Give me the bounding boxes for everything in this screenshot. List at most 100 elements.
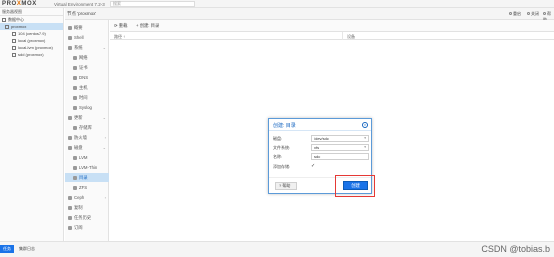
proxmox-logo: PROXMOX xyxy=(2,1,37,7)
node-header: 节点 'proxmox' 重启 关闭 帮助 xyxy=(65,8,554,22)
refresh-icon xyxy=(68,115,72,120)
chevron-down-icon: ▾ xyxy=(364,145,366,149)
tree-item-storage-sdd[interactable]: sdd (proxmox) xyxy=(0,51,63,58)
chevron-down-icon: ▾ xyxy=(364,136,366,140)
replication-icon xyxy=(68,205,72,210)
menu-item-certificates[interactable]: 证书 xyxy=(65,63,109,72)
create-directory-button[interactable]: + 创建: 目录 xyxy=(136,23,159,29)
column-divider xyxy=(342,32,343,40)
certificate-icon xyxy=(73,65,77,70)
menu-item-zfs[interactable]: ZFS xyxy=(65,183,109,192)
view-selector[interactable]: 服务器视图 xyxy=(0,8,63,16)
name-input[interactable]: sdc xyxy=(311,153,369,160)
chevron-right-icon: › xyxy=(104,195,106,200)
node-menu: 概要 Shell 系统 ⌄ 网络 证书 DNS 主机 时间 Syslog 更新 ⌄ … xyxy=(65,20,109,241)
chevron-right-icon: › xyxy=(104,135,106,140)
menu-item-subscription[interactable]: 订阅 xyxy=(65,223,109,232)
menu-item-disks[interactable]: 磁盘 ⌄ xyxy=(65,143,109,152)
vm-icon xyxy=(12,31,16,36)
menu-item-replication[interactable]: 复制 xyxy=(65,203,109,212)
history-icon xyxy=(68,215,72,220)
menu-item-updates[interactable]: 更新 ⌄ xyxy=(65,113,109,122)
annotation-highlight-box xyxy=(335,175,375,197)
power-icon xyxy=(527,12,530,16)
tree-item-node[interactable]: proxmox xyxy=(0,23,63,30)
zfs-icon xyxy=(73,185,77,190)
tree-item-storage-local[interactable]: local (proxmox) xyxy=(0,37,63,44)
menu-item-firewall[interactable]: 防火墙 › xyxy=(65,133,109,142)
tab-tasks[interactable]: 任务 xyxy=(0,245,14,253)
network-icon xyxy=(73,55,77,60)
list-icon xyxy=(73,105,77,110)
dialog-help-button[interactable]: ? 帮助 xyxy=(275,182,297,190)
name-label: 名称: xyxy=(273,154,283,159)
ceph-icon xyxy=(68,195,72,200)
hosts-icon xyxy=(73,85,77,90)
add-storage-checkbox[interactable]: ✓ xyxy=(311,164,315,169)
add-storage-row: 添加存储: ✓ xyxy=(273,163,369,170)
reboot-button[interactable]: 重启 xyxy=(509,11,521,17)
globe-icon xyxy=(73,75,77,80)
chevron-down-icon: ⌄ xyxy=(102,45,106,50)
subscription-icon xyxy=(68,225,72,230)
content-toolbar: ⟳ 重载 + 创建: 目录 xyxy=(110,20,554,32)
disk-select[interactable]: /dev/sdc ▾ xyxy=(311,135,369,142)
tree-item-datacenter[interactable]: 数据中心 xyxy=(0,16,63,23)
storage-icon xyxy=(12,38,16,43)
menu-item-directory[interactable]: 目录 xyxy=(65,173,109,182)
search-input[interactable]: 搜索 xyxy=(110,1,195,7)
menu-item-network[interactable]: 网络 xyxy=(65,53,109,62)
page-title: 节点 'proxmox' xyxy=(67,11,97,16)
storage-icon xyxy=(12,52,16,57)
menu-item-dns[interactable]: DNS xyxy=(65,73,109,82)
version-label: Virtual Environment 7.2-3 xyxy=(54,2,105,7)
reload-button[interactable]: ⟳ 重载 xyxy=(114,23,127,29)
menu-item-syslog[interactable]: Syslog xyxy=(65,103,109,112)
filesystem-select[interactable]: xfs ▾ xyxy=(311,144,369,151)
dialog-title: 创建: 目录 xyxy=(273,123,296,129)
menu-item-summary[interactable]: 概要 xyxy=(65,23,109,32)
column-path[interactable]: 路径 ↑ xyxy=(114,34,125,40)
node-icon xyxy=(5,24,9,29)
shield-icon xyxy=(68,135,72,140)
disk-label: 磁盘: xyxy=(273,136,283,141)
add-storage-label: 添加存储: xyxy=(273,164,291,169)
disk-icon xyxy=(68,145,72,150)
datacenter-icon xyxy=(2,17,6,22)
menu-item-system[interactable]: 系统 ⌄ xyxy=(65,43,109,52)
lvm-icon xyxy=(73,155,77,160)
shutdown-button[interactable]: 关闭 xyxy=(527,11,539,17)
clock-icon xyxy=(73,95,77,100)
terminal-icon xyxy=(68,35,72,40)
dialog-titlebar: 创建: 目录 × xyxy=(269,119,371,131)
bottom-bar: 任务 集群日志 CSDN @tobias.b xyxy=(0,241,554,257)
menu-item-task-history[interactable]: 任务历史 xyxy=(65,213,109,222)
storage-icon xyxy=(12,45,16,50)
reboot-icon xyxy=(509,12,512,16)
menu-item-lvm-thin[interactable]: LVM-Thin xyxy=(65,163,109,172)
help-icon xyxy=(543,12,546,16)
tree-item-storage-local-lvm[interactable]: local-lvm (proxmox) xyxy=(0,44,63,51)
directory-grid-header: 路径 ↑ 设备 xyxy=(110,32,554,40)
top-bar: PROXMOX Virtual Environment 7.2-3 搜索 xyxy=(0,0,554,8)
menu-item-lvm[interactable]: LVM xyxy=(65,153,109,162)
tree-item-vm[interactable]: 104 (centos7.9) xyxy=(0,30,63,37)
name-row: 名称: sdc xyxy=(273,153,369,160)
disk-row: 磁盘: /dev/sdc ▾ xyxy=(273,135,369,142)
close-icon[interactable]: × xyxy=(362,122,368,128)
menu-item-shell[interactable]: Shell xyxy=(65,33,109,42)
resource-tree: 服务器视图 数据中心 proxmox 104 (centos7.9) local… xyxy=(0,8,64,241)
menu-item-time[interactable]: 时间 xyxy=(65,93,109,102)
folder-icon xyxy=(73,175,77,180)
column-device[interactable]: 设备 xyxy=(347,34,355,40)
summary-icon xyxy=(68,25,72,30)
menu-item-repositories[interactable]: 存储库 xyxy=(65,123,109,132)
repository-icon xyxy=(73,125,77,130)
filesystem-row: 文件系统: xfs ▾ xyxy=(273,144,369,151)
tab-cluster-log[interactable]: 集群日志 xyxy=(16,245,38,253)
menu-item-hosts[interactable]: 主机 xyxy=(65,83,109,92)
gear-icon xyxy=(68,45,72,50)
filesystem-label: 文件系统: xyxy=(273,145,291,150)
menu-item-ceph[interactable]: Ceph › xyxy=(65,193,109,202)
watermark: CSDN @tobias.b xyxy=(481,244,550,254)
